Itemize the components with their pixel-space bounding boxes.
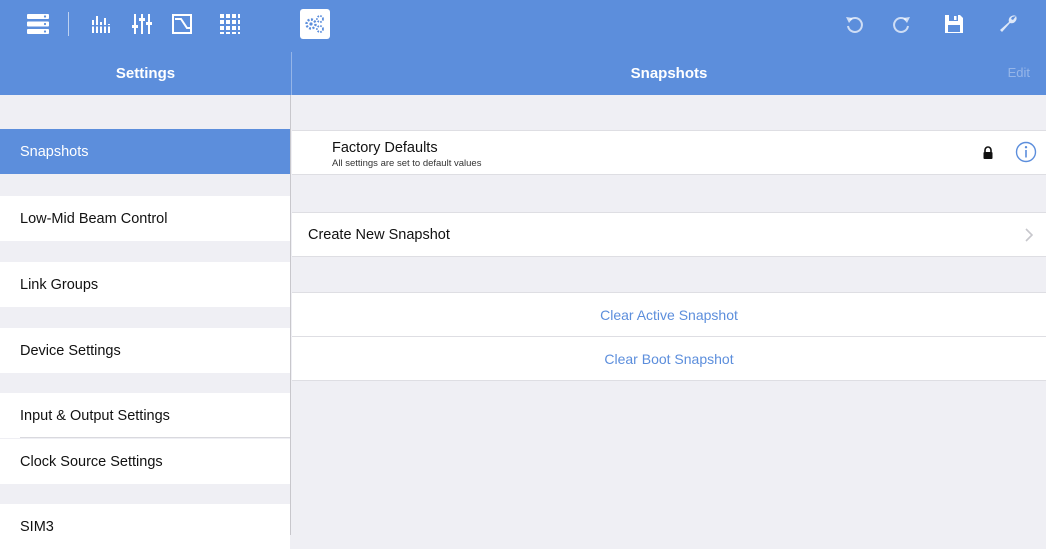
clear-active-snapshot-button[interactable]: Clear Active Snapshot	[292, 293, 1046, 336]
settings-gears-icon[interactable]	[300, 9, 330, 39]
info-icon[interactable]	[1015, 141, 1037, 163]
sidebar-item-snapshots[interactable]: Snapshots	[0, 129, 290, 174]
edit-button[interactable]: Edit	[1008, 65, 1030, 80]
sidebar-item-input-output-settings[interactable]: Input & Output Settings	[0, 393, 290, 438]
redo-icon[interactable]	[886, 8, 918, 40]
sidebar-item-device-settings[interactable]: Device Settings	[0, 328, 290, 373]
factory-defaults-title: Factory Defaults	[332, 140, 438, 156]
waveform-box-icon[interactable]	[166, 8, 198, 40]
settings-title: Settings	[115, 65, 176, 82]
chevron-right-icon	[1025, 228, 1033, 242]
device-list-icon[interactable]	[22, 8, 54, 40]
snapshots-panel: Factory Defaults All settings are set to…	[292, 95, 1046, 535]
sidebar-item-low-mid-beam-control[interactable]: Low-Mid Beam Control	[0, 196, 290, 241]
action-bottom-border	[292, 380, 1046, 381]
undo-icon[interactable]	[838, 8, 870, 40]
save-disk-icon[interactable]	[938, 8, 970, 40]
toolbar-separator	[68, 12, 69, 36]
clear-boot-snapshot-button[interactable]: Clear Boot Snapshot	[292, 337, 1046, 380]
sidebar-item-sim3[interactable]: SIM3	[0, 504, 290, 549]
header-bar: Settings Snapshots Edit	[0, 52, 1046, 95]
mixer-sliders-icon[interactable]	[126, 8, 158, 40]
lock-icon	[983, 146, 993, 159]
factory-defaults-row[interactable]: Factory Defaults All settings are set to…	[292, 130, 1046, 175]
sidebar-item-link-groups[interactable]: Link Groups	[0, 262, 290, 307]
snapshots-title: Snapshots	[630, 65, 708, 82]
wrench-icon[interactable]	[992, 8, 1024, 40]
top-toolbar	[0, 0, 1046, 52]
create-new-snapshot-row[interactable]: Create New Snapshot	[292, 212, 1046, 257]
eq-graph-icon[interactable]	[86, 8, 118, 40]
factory-defaults-subtitle: All settings are set to default values	[332, 158, 482, 169]
create-new-snapshot-label: Create New Snapshot	[308, 227, 450, 243]
sidebar-item-clock-source-settings[interactable]: Clock Source Settings	[0, 439, 290, 484]
matrix-grid-icon[interactable]	[214, 8, 246, 40]
settings-sidebar: Snapshots Low-Mid Beam Control Link Grou…	[0, 95, 291, 549]
